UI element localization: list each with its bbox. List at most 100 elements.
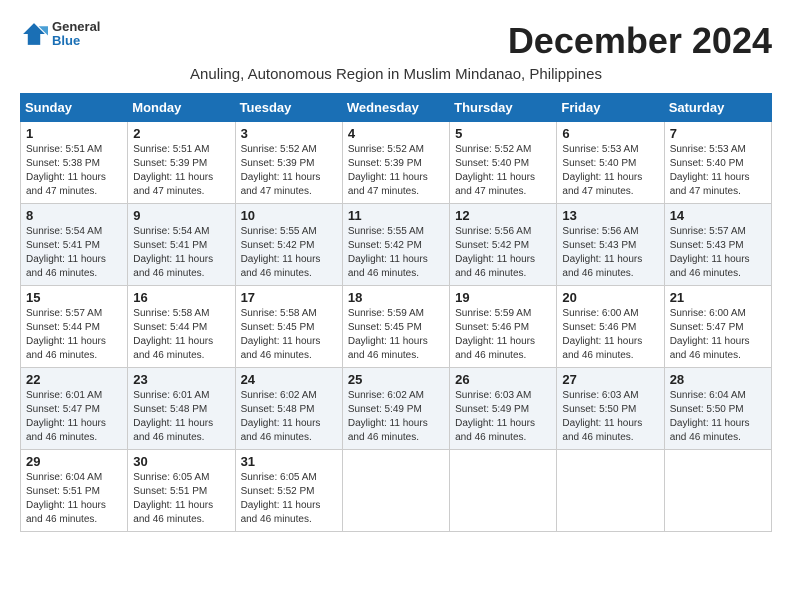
day-detail: Sunrise: 5:57 AM Sunset: 5:44 PM Dayligh… [26, 307, 122, 363]
weekday-header-saturday: Saturday [664, 94, 771, 122]
calendar-cell: 4 Sunrise: 5:52 AM Sunset: 5:39 PM Daylig… [342, 122, 449, 204]
day-detail: Sunrise: 6:01 AM Sunset: 5:47 PM Dayligh… [26, 389, 122, 445]
day-number: 18 [348, 290, 444, 305]
day-number: 23 [133, 372, 229, 387]
day-detail: Sunrise: 5:52 AM Sunset: 5:39 PM Dayligh… [241, 143, 337, 199]
day-detail: Sunrise: 6:04 AM Sunset: 5:50 PM Dayligh… [670, 389, 766, 445]
calendar-cell: 28 Sunrise: 6:04 AM Sunset: 5:50 PM Dayli… [664, 368, 771, 450]
calendar-cell [664, 450, 771, 532]
day-number: 13 [562, 208, 658, 223]
day-number: 22 [26, 372, 122, 387]
day-number: 31 [241, 454, 337, 469]
calendar-cell: 24Sunrise: 6:02 AM Sunset: 5:48 PM Dayli… [235, 368, 342, 450]
day-detail: Sunrise: 5:55 AM Sunset: 5:42 PM Dayligh… [348, 225, 444, 281]
day-detail: Sunrise: 5:56 AM Sunset: 5:42 PM Dayligh… [455, 225, 551, 281]
day-number: 9 [133, 208, 229, 223]
month-title: December 2024 [508, 20, 772, 62]
weekday-header-monday: Monday [128, 94, 235, 122]
day-number: 14 [670, 208, 766, 223]
day-number: 28 [670, 372, 766, 387]
day-detail: Sunrise: 5:56 AM Sunset: 5:43 PM Dayligh… [562, 225, 658, 281]
calendar-cell: 20 Sunrise: 6:00 AM Sunset: 5:46 PM Dayli… [557, 286, 664, 368]
day-number: 11 [348, 208, 444, 223]
location-title: Anuling, Autonomous Region in Muslim Min… [20, 66, 772, 83]
day-number: 8 [26, 208, 122, 223]
day-number: 15 [26, 290, 122, 305]
day-detail: Sunrise: 5:57 AM Sunset: 5:43 PM Dayligh… [670, 225, 766, 281]
calendar-cell: 19 Sunrise: 5:59 AM Sunset: 5:46 PM Dayli… [450, 286, 557, 368]
day-detail: Sunrise: 5:53 AM Sunset: 5:40 PM Dayligh… [562, 143, 658, 199]
calendar-cell: 1Sunrise: 5:51 AM Sunset: 5:38 PM Daylig… [21, 122, 128, 204]
day-detail: Sunrise: 6:01 AM Sunset: 5:48 PM Dayligh… [133, 389, 229, 445]
day-detail: Sunrise: 6:00 AM Sunset: 5:46 PM Dayligh… [562, 307, 658, 363]
day-number: 7 [670, 126, 766, 141]
day-detail: Sunrise: 6:03 AM Sunset: 5:50 PM Dayligh… [562, 389, 658, 445]
day-number: 4 [348, 126, 444, 141]
calendar-cell: 22 Sunrise: 6:01 AM Sunset: 5:47 PM Dayli… [21, 368, 128, 450]
calendar-cell [342, 450, 449, 532]
logo-text: General Blue [52, 20, 100, 49]
day-number: 19 [455, 290, 551, 305]
calendar-cell: 14 Sunrise: 5:57 AM Sunset: 5:43 PM Dayli… [664, 204, 771, 286]
calendar-cell: 8Sunrise: 5:54 AM Sunset: 5:41 PM Daylig… [21, 204, 128, 286]
day-number: 12 [455, 208, 551, 223]
calendar-cell: 11 Sunrise: 5:55 AM Sunset: 5:42 PM Dayli… [342, 204, 449, 286]
calendar-cell [450, 450, 557, 532]
day-detail: Sunrise: 5:52 AM Sunset: 5:40 PM Dayligh… [455, 143, 551, 199]
calendar-cell: 2 Sunrise: 5:51 AM Sunset: 5:39 PM Daylig… [128, 122, 235, 204]
weekday-header-thursday: Thursday [450, 94, 557, 122]
calendar-cell: 12 Sunrise: 5:56 AM Sunset: 5:42 PM Dayli… [450, 204, 557, 286]
calendar-table: SundayMondayTuesdayWednesdayThursdayFrid… [20, 93, 772, 532]
day-number: 29 [26, 454, 122, 469]
day-number: 5 [455, 126, 551, 141]
calendar-header-row: SundayMondayTuesdayWednesdayThursdayFrid… [21, 94, 772, 122]
calendar-cell: 16Sunrise: 5:58 AM Sunset: 5:44 PM Dayli… [128, 286, 235, 368]
calendar-cell: 21Sunrise: 6:00 AM Sunset: 5:47 PM Dayli… [664, 286, 771, 368]
day-number: 17 [241, 290, 337, 305]
day-detail: Sunrise: 5:53 AM Sunset: 5:40 PM Dayligh… [670, 143, 766, 199]
day-number: 1 [26, 126, 122, 141]
day-number: 25 [348, 372, 444, 387]
logo-icon [20, 20, 48, 48]
day-number: 10 [241, 208, 337, 223]
day-detail: Sunrise: 5:58 AM Sunset: 5:45 PM Dayligh… [241, 307, 337, 363]
day-detail: Sunrise: 6:02 AM Sunset: 5:49 PM Dayligh… [348, 389, 444, 445]
calendar-cell: 3 Sunrise: 5:52 AM Sunset: 5:39 PM Daylig… [235, 122, 342, 204]
day-number: 27 [562, 372, 658, 387]
calendar-cell: 10Sunrise: 5:55 AM Sunset: 5:42 PM Dayli… [235, 204, 342, 286]
day-detail: Sunrise: 6:05 AM Sunset: 5:52 PM Dayligh… [241, 471, 337, 527]
day-number: 3 [241, 126, 337, 141]
day-detail: Sunrise: 6:05 AM Sunset: 5:51 PM Dayligh… [133, 471, 229, 527]
day-detail: Sunrise: 5:58 AM Sunset: 5:44 PM Dayligh… [133, 307, 229, 363]
day-number: 30 [133, 454, 229, 469]
day-number: 2 [133, 126, 229, 141]
day-detail: Sunrise: 6:03 AM Sunset: 5:49 PM Dayligh… [455, 389, 551, 445]
weekday-header-wednesday: Wednesday [342, 94, 449, 122]
calendar-week-row: 1Sunrise: 5:51 AM Sunset: 5:38 PM Daylig… [21, 122, 772, 204]
page-header: General Blue December 2024 [20, 20, 772, 62]
weekday-header-friday: Friday [557, 94, 664, 122]
day-detail: Sunrise: 5:54 AM Sunset: 5:41 PM Dayligh… [133, 225, 229, 281]
day-number: 26 [455, 372, 551, 387]
calendar-cell: 31 Sunrise: 6:05 AM Sunset: 5:52 PM Dayli… [235, 450, 342, 532]
calendar-cell: 7 Sunrise: 5:53 AM Sunset: 5:40 PM Daylig… [664, 122, 771, 204]
day-detail: Sunrise: 5:51 AM Sunset: 5:39 PM Dayligh… [133, 143, 229, 199]
day-detail: Sunrise: 6:00 AM Sunset: 5:47 PM Dayligh… [670, 307, 766, 363]
calendar-cell: 13 Sunrise: 5:56 AM Sunset: 5:43 PM Dayli… [557, 204, 664, 286]
calendar-week-row: 22 Sunrise: 6:01 AM Sunset: 5:47 PM Dayli… [21, 368, 772, 450]
calendar-cell [557, 450, 664, 532]
day-detail: Sunrise: 6:02 AM Sunset: 5:48 PM Dayligh… [241, 389, 337, 445]
day-detail: Sunrise: 6:04 AM Sunset: 5:51 PM Dayligh… [26, 471, 122, 527]
day-detail: Sunrise: 5:52 AM Sunset: 5:39 PM Dayligh… [348, 143, 444, 199]
calendar-cell: 18 Sunrise: 5:59 AM Sunset: 5:45 PM Dayli… [342, 286, 449, 368]
day-number: 20 [562, 290, 658, 305]
logo: General Blue [20, 20, 100, 49]
calendar-cell: 27 Sunrise: 6:03 AM Sunset: 5:50 PM Dayli… [557, 368, 664, 450]
day-detail: Sunrise: 5:59 AM Sunset: 5:46 PM Dayligh… [455, 307, 551, 363]
calendar-cell: 29 Sunrise: 6:04 AM Sunset: 5:51 PM Dayli… [21, 450, 128, 532]
day-detail: Sunrise: 5:59 AM Sunset: 5:45 PM Dayligh… [348, 307, 444, 363]
weekday-header-sunday: Sunday [21, 94, 128, 122]
calendar-cell: 17 Sunrise: 5:58 AM Sunset: 5:45 PM Dayli… [235, 286, 342, 368]
calendar-cell: 25 Sunrise: 6:02 AM Sunset: 5:49 PM Dayli… [342, 368, 449, 450]
calendar-week-row: 15 Sunrise: 5:57 AM Sunset: 5:44 PM Dayli… [21, 286, 772, 368]
